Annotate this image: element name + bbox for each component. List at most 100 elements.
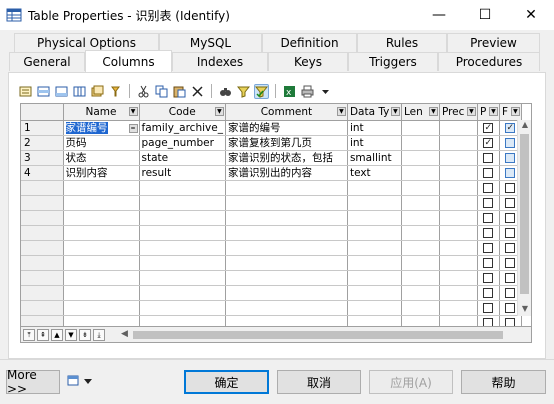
tab-rules[interactable]: Rules xyxy=(357,33,447,52)
add-columns-icon[interactable] xyxy=(72,84,87,99)
data-type-cell[interactable] xyxy=(347,270,402,286)
foreign-key-checkbox[interactable] xyxy=(505,287,516,298)
reuse-columns-icon[interactable] xyxy=(90,84,105,99)
length-cell[interactable] xyxy=(401,210,440,226)
code-cell[interactable] xyxy=(139,300,226,316)
column-header-foreign[interactable]: F ▼ xyxy=(499,104,522,121)
code-cell[interactable] xyxy=(139,285,226,301)
table-row[interactable] xyxy=(21,180,522,196)
move-top-icon[interactable]: ⤒ xyxy=(23,328,35,341)
columns-grid[interactable]: Name ▼ Code ▼ Comment ▼ Data Ty ▼ Len ▼ Prec ▼… xyxy=(20,103,532,343)
column-header-name[interactable]: Name ▼ xyxy=(63,104,140,121)
precision-cell[interactable] xyxy=(439,210,478,226)
scroll-thumb[interactable] xyxy=(133,331,503,339)
delete-icon[interactable] xyxy=(190,84,205,99)
find-binoculars-icon[interactable] xyxy=(218,84,233,99)
cancel-button[interactable]: 取消 xyxy=(277,370,361,394)
help-button[interactable]: 帮助 xyxy=(461,370,546,394)
column-header-precision[interactable]: Prec ▼ xyxy=(439,104,478,121)
precision-cell[interactable] xyxy=(439,240,478,256)
primary-key-checkbox[interactable] xyxy=(483,136,494,149)
precision-cell[interactable] xyxy=(439,165,478,181)
close-button[interactable]: ✕ xyxy=(508,0,554,30)
scroll-left-icon[interactable]: ◀ xyxy=(121,329,128,339)
foreign-key-checkbox[interactable] xyxy=(505,152,516,163)
foreign-key-checkbox[interactable] xyxy=(505,242,516,253)
code-cell[interactable] xyxy=(139,240,226,256)
table-row[interactable] xyxy=(21,225,522,241)
name-cell[interactable] xyxy=(63,225,140,241)
vertical-scrollbar[interactable]: ▲ ▼ xyxy=(517,120,531,316)
primary-key-checkbox[interactable] xyxy=(483,152,494,163)
name-cell[interactable] xyxy=(63,210,140,226)
code-cell[interactable]: page_number xyxy=(139,135,226,151)
copy-icon[interactable] xyxy=(154,84,169,99)
name-cell[interactable]: 识别内容 xyxy=(63,165,140,181)
primary-key-checkbox[interactable] xyxy=(483,257,494,268)
tab-general[interactable]: General xyxy=(9,52,85,71)
name-cell[interactable] xyxy=(63,300,140,316)
length-cell[interactable] xyxy=(401,180,440,196)
properties-icon[interactable] xyxy=(18,84,33,99)
name-cell[interactable]: 状态 xyxy=(63,150,140,166)
table-row[interactable]: 2 页码 page_number 家谱复核到第几页 int xyxy=(21,135,522,151)
primary-key-checkbox[interactable] xyxy=(483,302,494,313)
foreign-key-checkbox[interactable] xyxy=(505,167,516,178)
precision-cell[interactable] xyxy=(439,300,478,316)
foreign-key-checkbox[interactable] xyxy=(505,227,516,238)
primary-key-checkbox[interactable] xyxy=(483,182,494,193)
length-cell[interactable] xyxy=(401,195,440,211)
table-row[interactable] xyxy=(21,240,522,256)
foreign-key-checkbox[interactable] xyxy=(505,302,516,313)
name-cell[interactable]: 家谱编号 = xyxy=(63,120,140,136)
foreign-key-checkbox[interactable] xyxy=(505,257,516,268)
primary-key-cell[interactable] xyxy=(477,300,500,316)
data-type-cell[interactable] xyxy=(347,300,402,316)
length-cell[interactable] xyxy=(401,240,440,256)
ok-button[interactable]: 确定 xyxy=(184,370,269,394)
name-cell[interactable]: 页码 xyxy=(63,135,140,151)
primary-key-cell[interactable] xyxy=(477,180,500,196)
foreign-key-checkbox[interactable] xyxy=(505,121,516,134)
selected-name-text[interactable]: 家谱编号 xyxy=(65,121,108,134)
comment-cell[interactable] xyxy=(225,225,348,241)
table-row[interactable] xyxy=(21,270,522,286)
length-cell[interactable] xyxy=(401,300,440,316)
data-type-cell[interactable] xyxy=(347,195,402,211)
chevron-down-icon[interactable]: ▼ xyxy=(390,107,400,116)
foreign-key-checkbox[interactable] xyxy=(505,197,516,208)
scroll-up-icon[interactable]: ▲ xyxy=(518,120,531,132)
name-cell[interactable] xyxy=(63,255,140,271)
precision-cell[interactable] xyxy=(439,255,478,271)
precision-cell[interactable] xyxy=(439,195,478,211)
precision-cell[interactable] xyxy=(439,150,478,166)
comment-cell[interactable]: 家谱的编号 xyxy=(225,120,348,136)
name-cell[interactable] xyxy=(63,195,140,211)
length-cell[interactable] xyxy=(401,165,440,181)
precision-cell[interactable] xyxy=(439,180,478,196)
primary-key-cell[interactable] xyxy=(477,150,500,166)
precision-cell[interactable] xyxy=(439,225,478,241)
horizontal-scrollbar[interactable]: ◀ xyxy=(121,329,517,341)
move-bottom-icon[interactable]: ⤓ xyxy=(93,328,105,341)
tab-mysql[interactable]: MySQL xyxy=(159,33,262,52)
print-icon[interactable] xyxy=(300,84,315,99)
data-type-cell[interactable]: int xyxy=(347,135,402,151)
name-cell[interactable] xyxy=(63,285,140,301)
paste-icon[interactable] xyxy=(172,84,187,99)
foreign-key-checkbox[interactable] xyxy=(505,137,516,148)
table-row[interactable]: 3 状态 state 家谱识别的状态，包括 smallint xyxy=(21,150,522,166)
data-type-cell[interactable] xyxy=(347,210,402,226)
apply-button[interactable]: 应用(A) xyxy=(369,370,453,394)
chevron-down-icon[interactable]: ▼ xyxy=(214,107,224,116)
comment-cell[interactable]: 家谱复核到第几页 xyxy=(225,135,348,151)
scroll-down-icon[interactable]: ▼ xyxy=(518,304,531,316)
chevron-down-icon[interactable]: ▼ xyxy=(510,107,520,116)
code-cell[interactable] xyxy=(139,180,226,196)
cut-icon[interactable] xyxy=(136,84,151,99)
tab-columns[interactable]: Columns xyxy=(85,50,172,72)
primary-key-checkbox[interactable] xyxy=(483,287,494,298)
primary-key-checkbox[interactable] xyxy=(483,121,494,134)
comment-cell[interactable] xyxy=(225,210,348,226)
comment-cell[interactable] xyxy=(225,180,348,196)
